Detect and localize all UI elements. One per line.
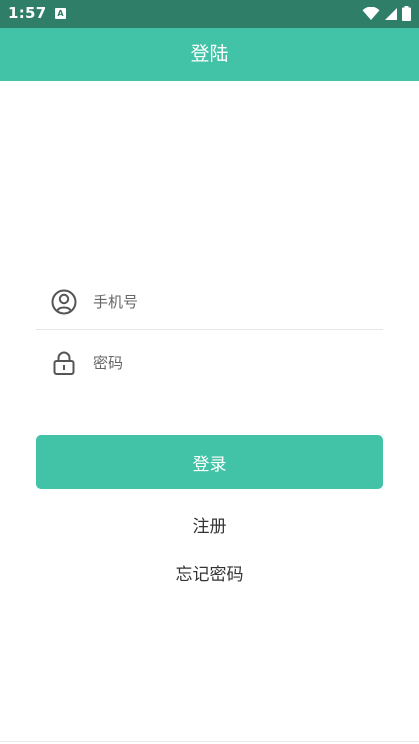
- signal-icon: [385, 7, 397, 20]
- phone-input[interactable]: [93, 288, 373, 316]
- status-icons: [362, 6, 411, 21]
- password-field[interactable]: [36, 335, 383, 391]
- page-title: 登陆: [190, 43, 229, 65]
- user-circle-icon: [51, 289, 77, 315]
- battery-icon: [402, 6, 411, 21]
- a-square-icon: A: [55, 8, 66, 19]
- register-link[interactable]: 注册: [0, 512, 419, 537]
- phone-field[interactable]: [36, 274, 383, 330]
- status-bar: 1:57 A: [0, 0, 419, 28]
- app-bar: 登陆: [0, 28, 419, 81]
- bottom-divider: [0, 741, 419, 742]
- lock-icon: [53, 351, 75, 375]
- login-button[interactable]: 登录: [36, 435, 383, 489]
- forgot-password-link[interactable]: 忘记密码: [0, 560, 419, 585]
- wifi-icon: [362, 6, 380, 20]
- status-time: 1:57: [8, 4, 47, 22]
- password-input[interactable]: [93, 349, 373, 377]
